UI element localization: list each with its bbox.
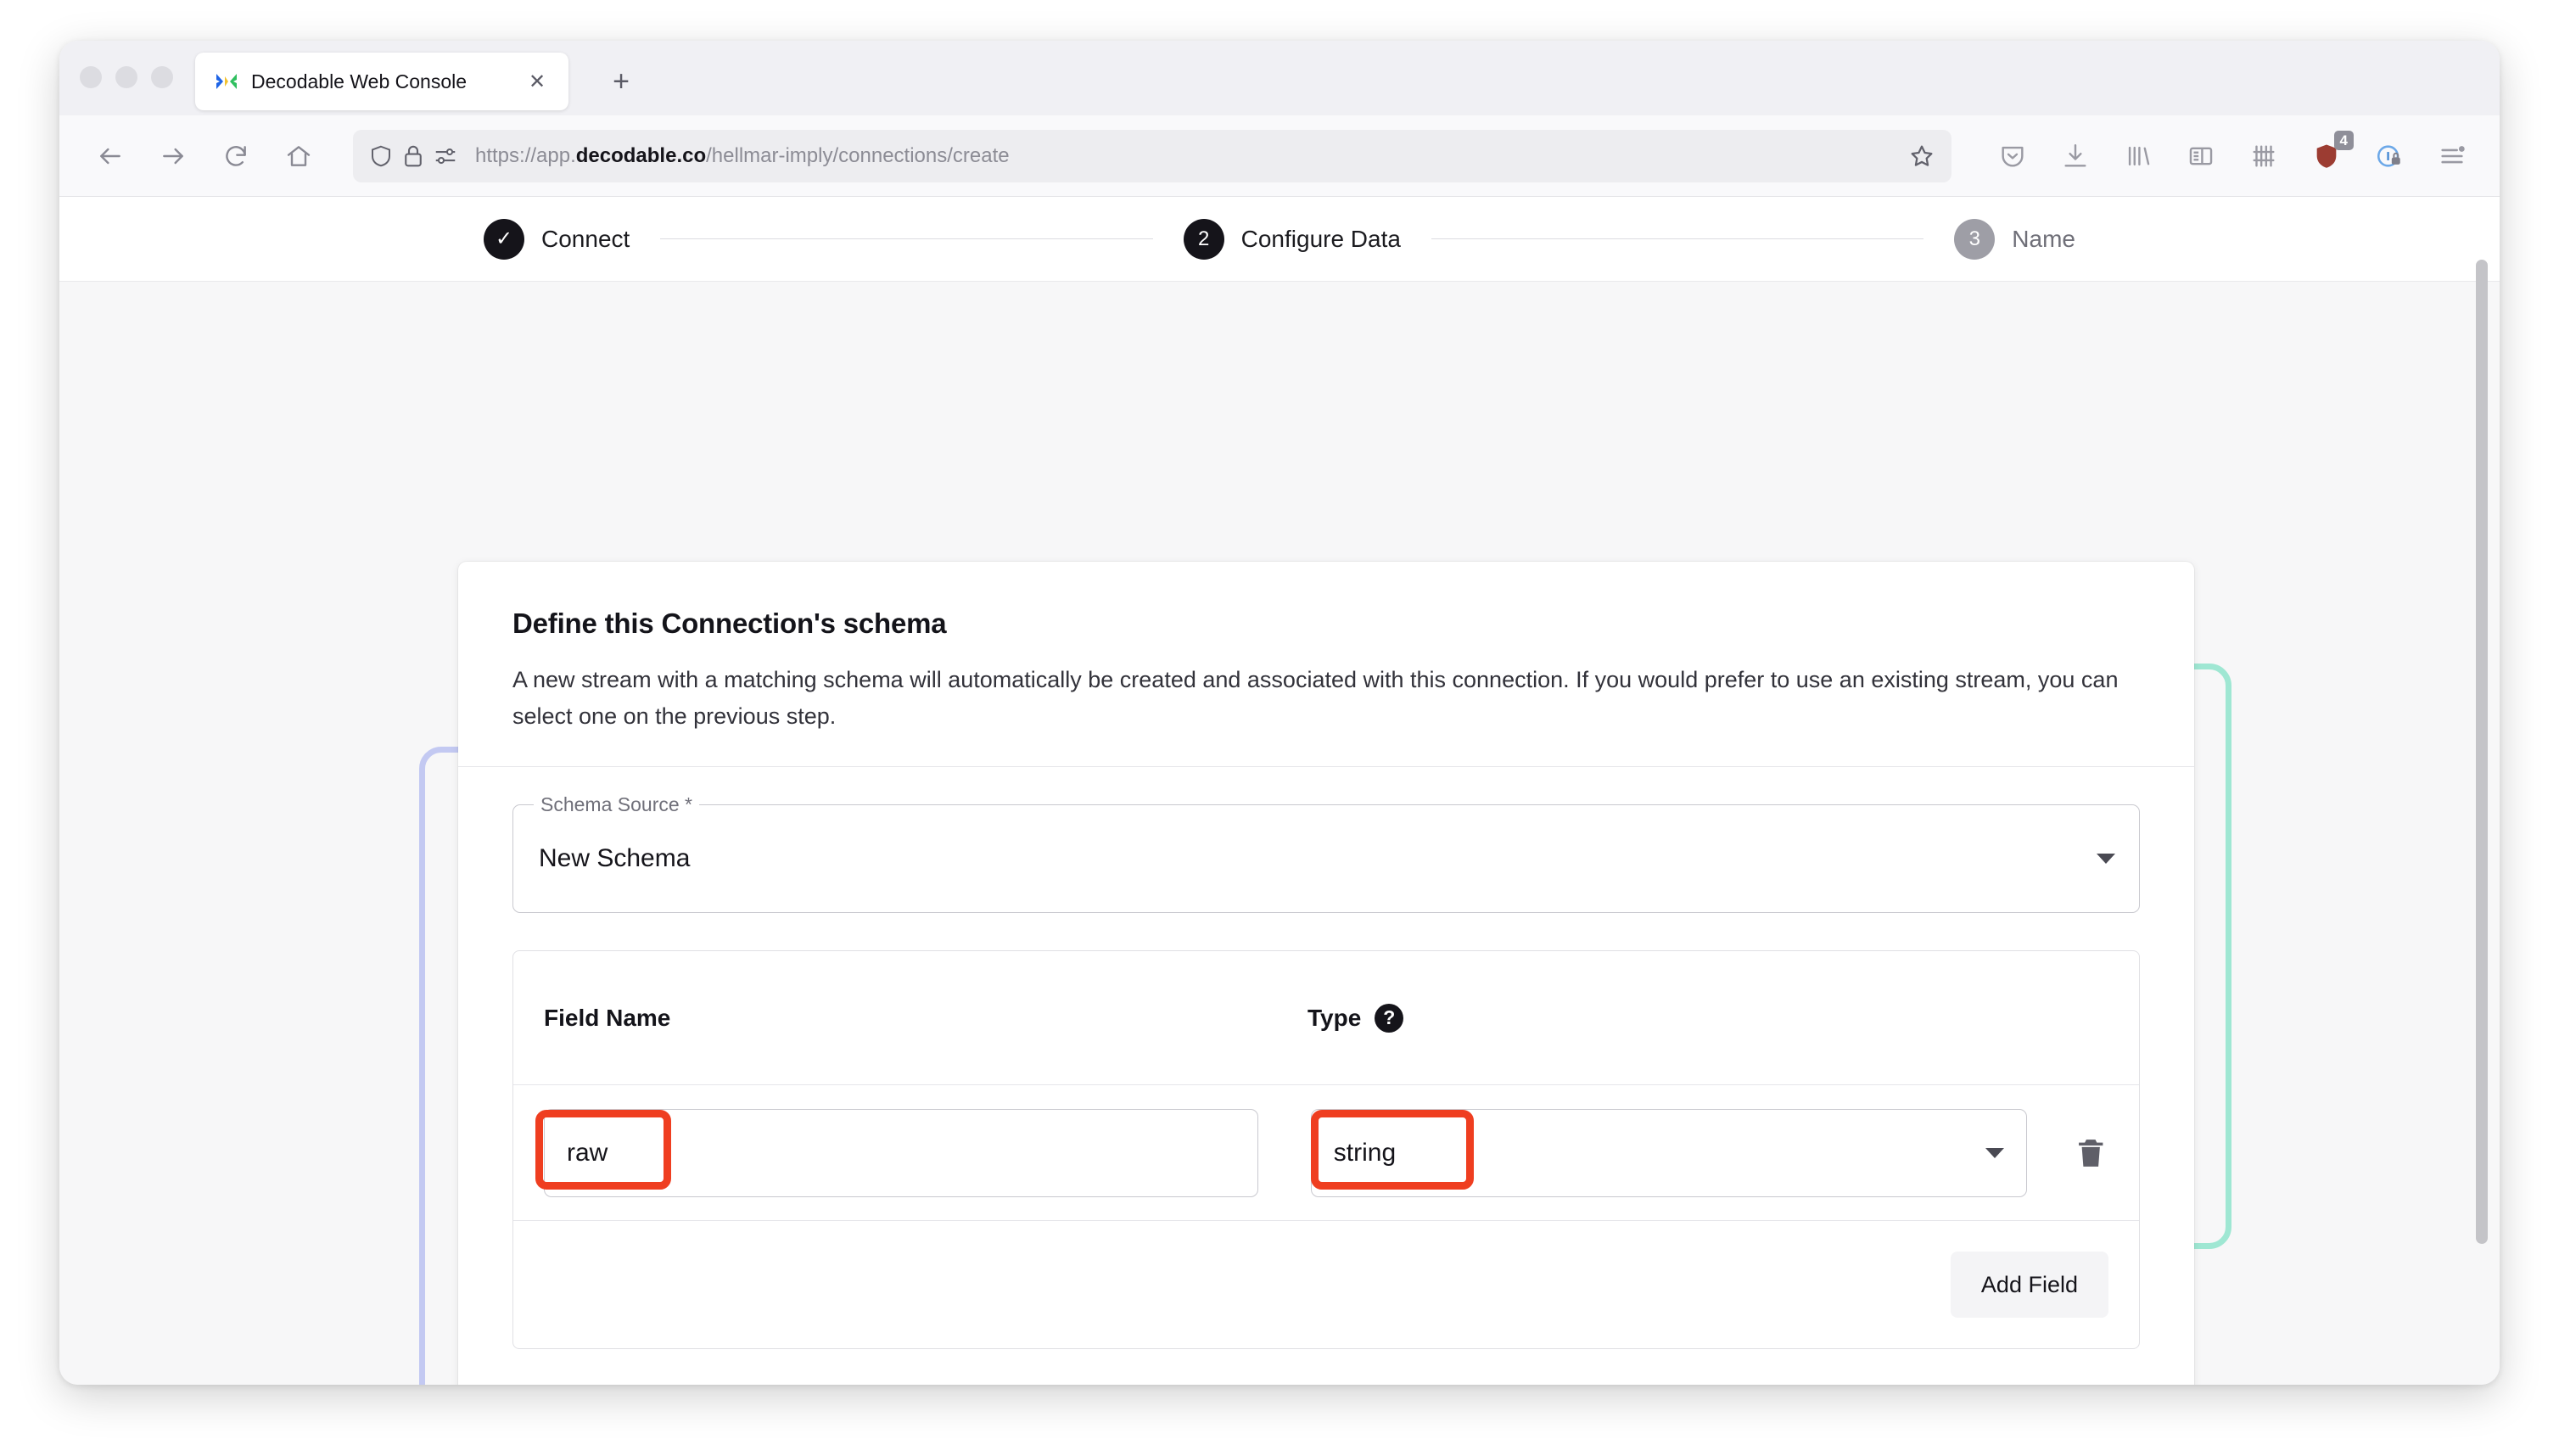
url-bar[interactable]: https://app.decodable.co/hellmar-imply/c… [353,130,1951,182]
browser-tab[interactable]: Decodable Web Console ✕ [195,53,568,110]
maximize-window-button[interactable] [151,66,173,88]
close-tab-icon[interactable]: ✕ [523,67,552,96]
schema-source-value: New Schema [539,844,690,873]
add-field-button[interactable]: Add Field [1951,1252,2108,1318]
field-name-value: raw [567,1139,608,1168]
url-text: https://app.decodable.co/hellmar-imply/c… [475,144,1010,168]
minimize-window-button[interactable] [115,66,137,88]
app-menu-icon[interactable] [2428,132,2476,180]
column-header-type-label: Type [1307,1005,1361,1032]
forward-arrow-icon[interactable] [148,131,199,182]
reload-icon[interactable] [210,131,261,182]
step-name[interactable]: 3 Name [1954,219,2075,260]
home-icon[interactable] [273,131,324,182]
navigation-toolbar: https://app.decodable.co/hellmar-imply/c… [59,115,2500,197]
step-configure-data-label: Configure Data [1241,226,1401,253]
column-header-type: Type ? [1307,1004,1403,1033]
new-tab-button[interactable]: + [602,63,640,100]
privacy-badger-icon[interactable] [2366,132,2413,180]
fields-table-footer: Add Field [513,1221,2139,1348]
stepper-connector-1 [660,238,1152,239]
decodable-logo-icon [214,69,239,94]
step-configure-data-marker: 2 [1184,219,1224,260]
step-name-label: Name [2012,226,2075,253]
bookmark-star-icon[interactable] [1907,142,1936,171]
step-connect[interactable]: ✓ Connect [484,219,630,260]
field-type-select[interactable]: string [1311,1109,2027,1197]
card-footer: Back Next [458,1349,2194,1385]
permissions-icon[interactable] [433,143,458,169]
table-row: raw string [513,1085,2139,1221]
schema-definition-card: Define this Connection's schema A new st… [458,562,2194,1385]
ublock-shield-icon[interactable]: 4 [2303,132,2350,180]
field-name-input[interactable]: raw [544,1109,1258,1197]
fields-table-header: Field Name Type ? [513,951,2139,1085]
card-body: Schema Source * New Schema Field Name Ty… [458,767,2194,1349]
card-header: Define this Connection's schema A new st… [458,562,2194,766]
chevron-down-icon[interactable] [2097,854,2115,864]
tab-strip: Decodable Web Console ✕ + [59,41,2500,115]
wizard-stepper: ✓ Connect 2 Configure Data 3 Name [59,197,2500,282]
step-connect-marker: ✓ [484,219,524,260]
back-arrow-icon[interactable] [85,131,136,182]
schema-source-label: Schema Source * [534,793,699,816]
chevron-down-icon[interactable] [1985,1148,2004,1158]
step-connect-label: Connect [541,226,630,253]
shield-icon [368,143,394,169]
field-type-value: string [1334,1139,1396,1168]
pocket-save-icon[interactable] [1989,132,2036,180]
close-window-button[interactable] [80,66,102,88]
shield-badge-count: 4 [2334,131,2354,150]
browser-window: Decodable Web Console ✕ + [59,41,2500,1385]
browser-action-icons: 4 [1974,132,2500,180]
card-description: A new stream with a matching schema will… [512,662,2140,734]
tab-title: Decodable Web Console [251,70,467,93]
stepper-connector-2 [1431,238,1923,239]
page-scrollbar[interactable] [2476,260,2488,1244]
window-controls [80,66,173,88]
trash-icon[interactable] [2073,1134,2108,1172]
schema-source-select[interactable]: Schema Source * New Schema [512,804,2140,913]
downloads-icon[interactable] [2052,132,2099,180]
lock-icon [400,143,426,169]
containers-icon[interactable] [2240,132,2287,180]
help-icon[interactable]: ? [1375,1004,1403,1033]
sidebar-icon[interactable] [2177,132,2225,180]
page-title: Define this Connection's schema [512,608,2140,640]
step-name-marker: 3 [1954,219,1995,260]
column-header-field-name: Field Name [544,1005,1307,1032]
page-viewport: ✓ Connect 2 Configure Data 3 Name Define… [59,197,2500,1385]
step-configure-data[interactable]: 2 Configure Data [1184,219,1401,260]
fields-table: Field Name Type ? raw string [512,950,2140,1349]
library-icon[interactable] [2114,132,2162,180]
